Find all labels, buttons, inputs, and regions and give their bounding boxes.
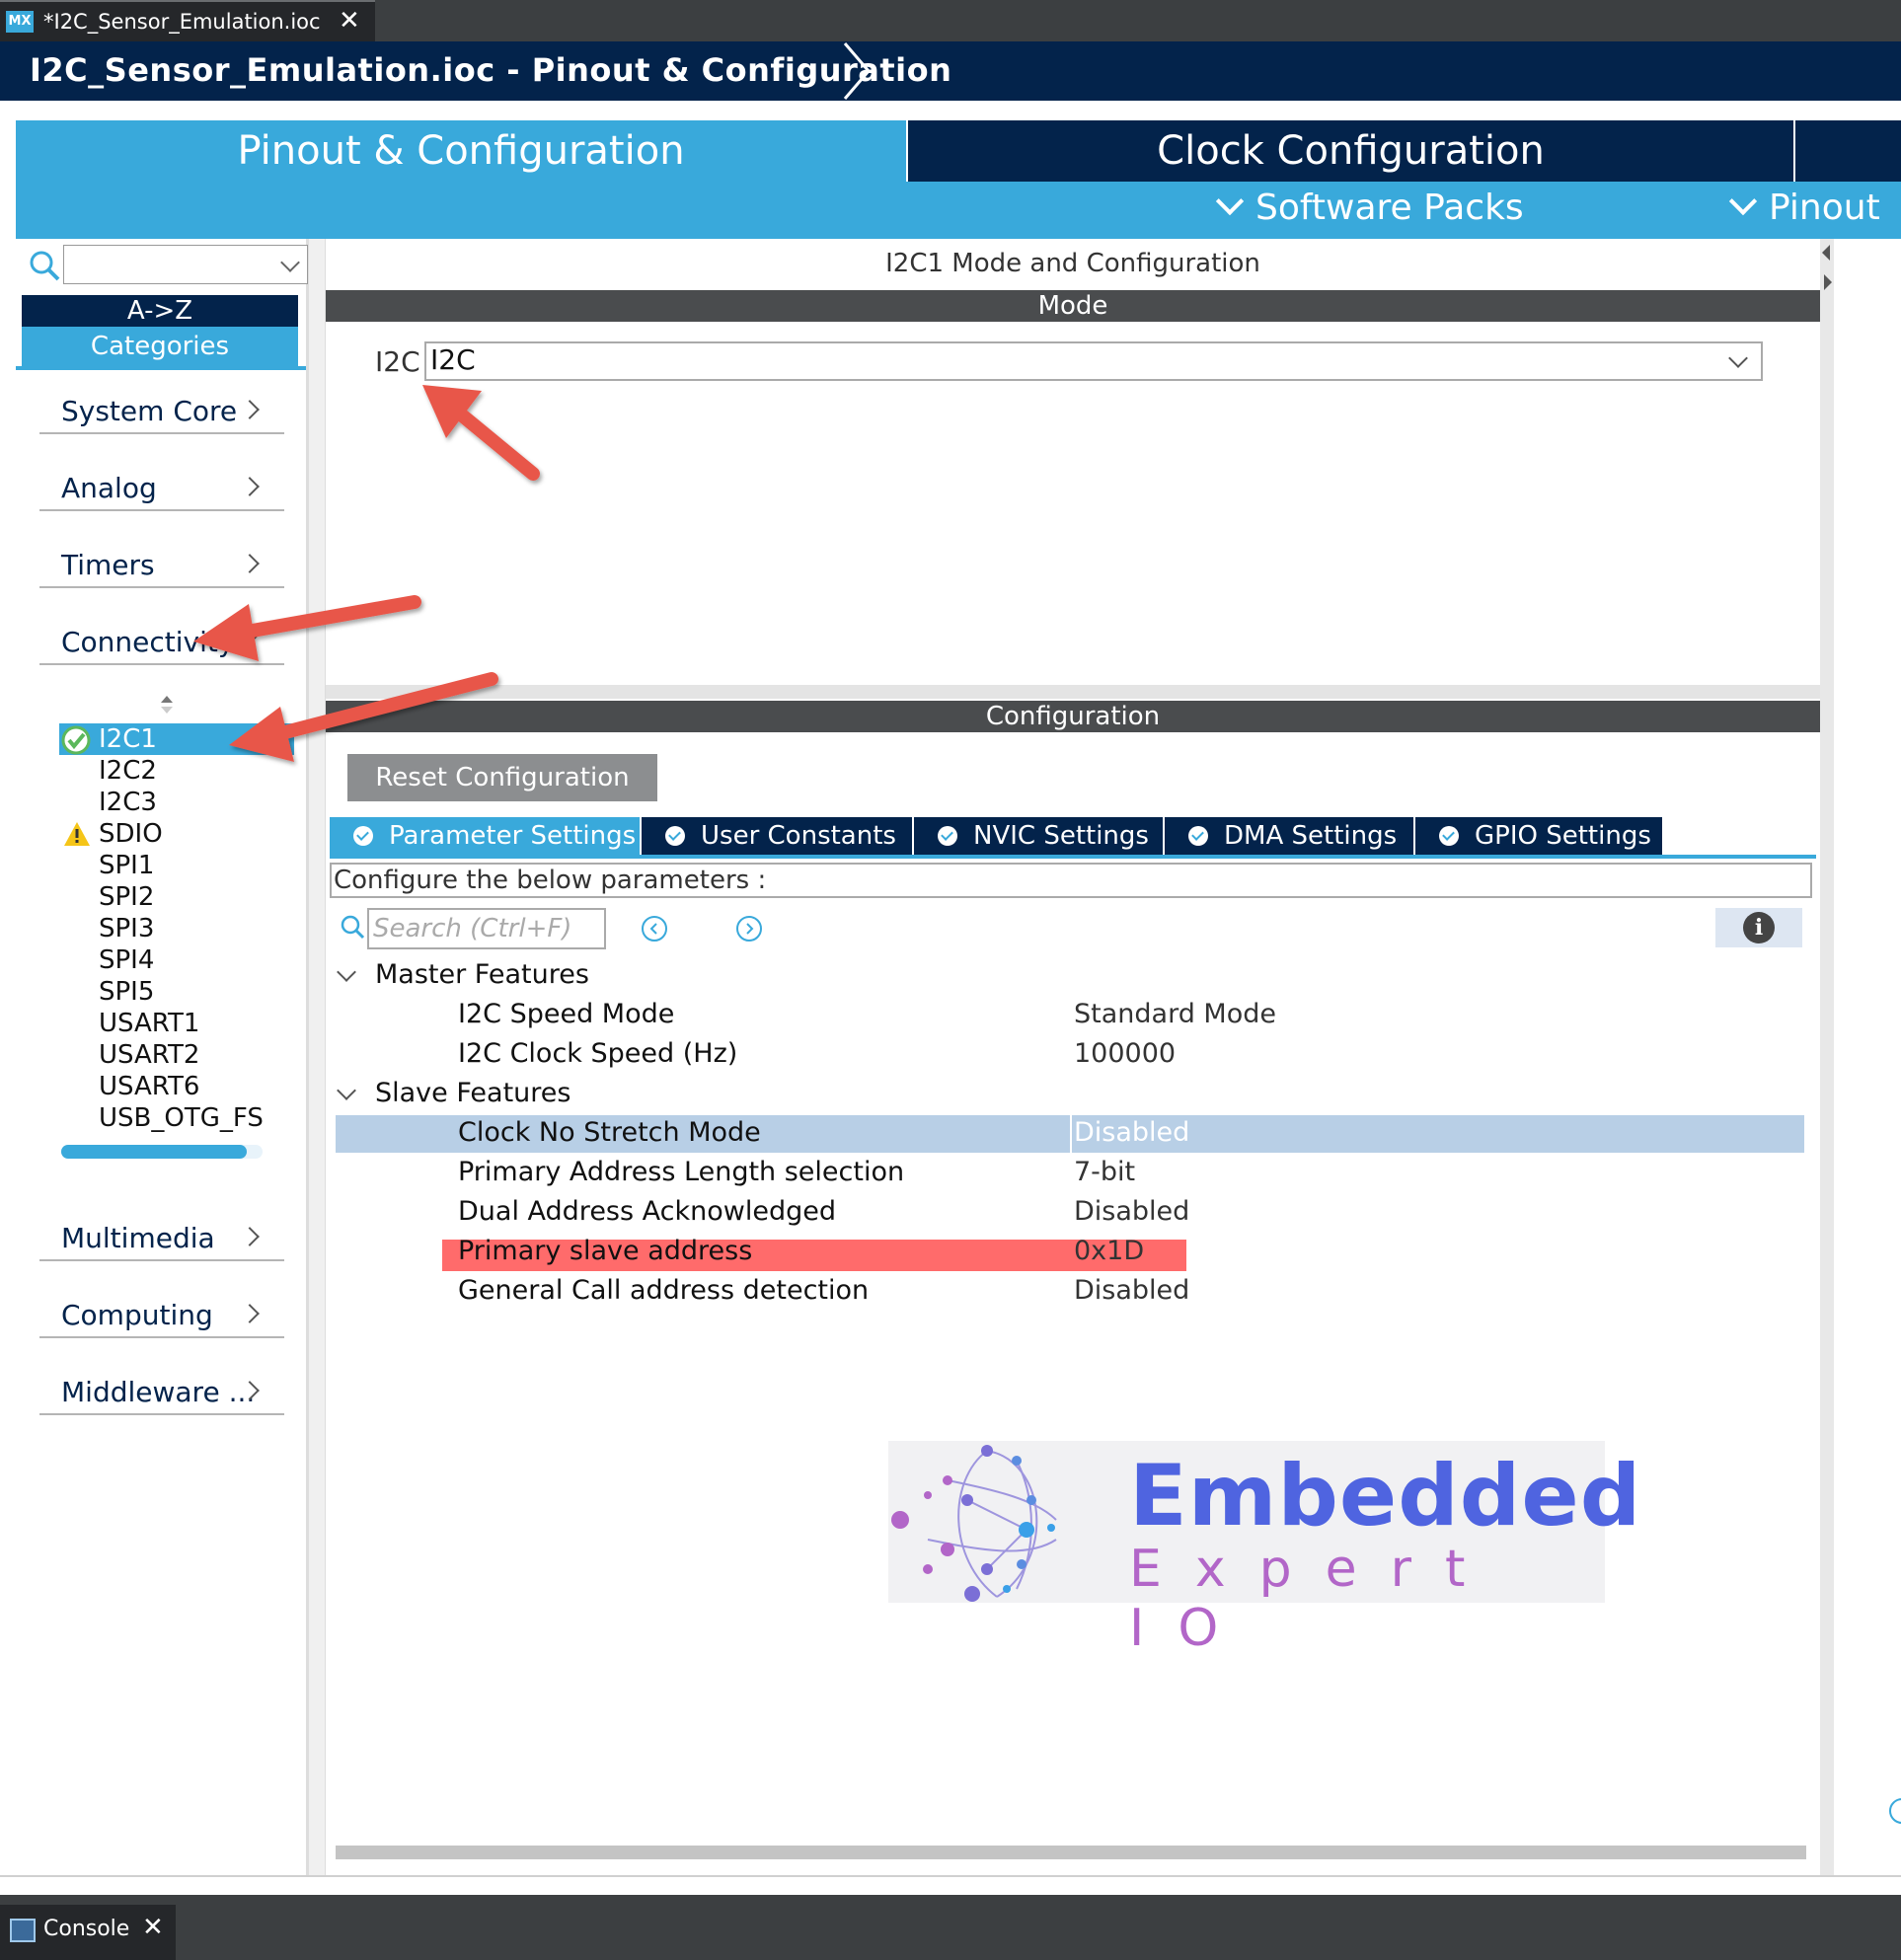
annotation-arrows — [193, 385, 540, 762]
annotation-arrow-i2c1 — [229, 672, 498, 762]
annotation-arrow-mode — [422, 385, 540, 481]
annotation-arrow-connectivity — [193, 595, 421, 661]
